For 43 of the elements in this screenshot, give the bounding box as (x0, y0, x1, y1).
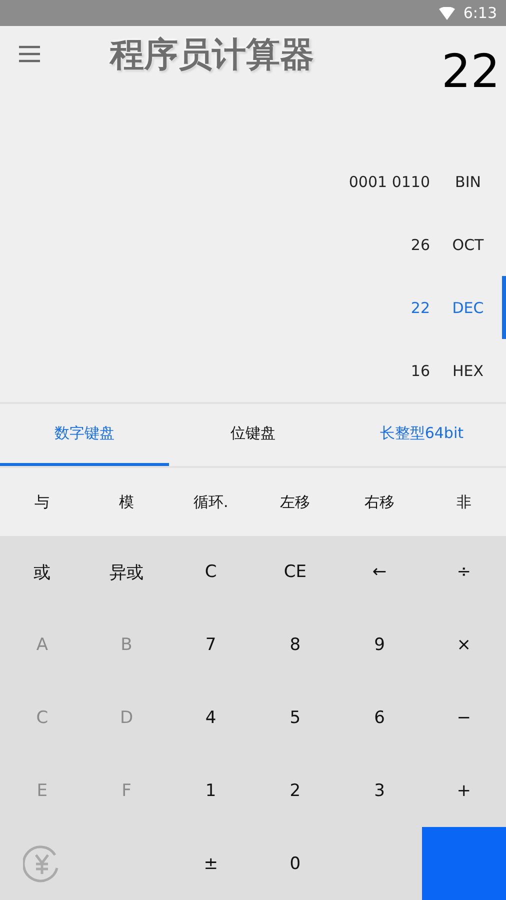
calculator-key[interactable]: 2 (253, 754, 338, 828)
calculator-key[interactable]: ÷ (422, 536, 506, 609)
base-value: 0001 0110 (348, 172, 430, 190)
calculator-key[interactable]: 3 (337, 754, 422, 828)
calculator-key[interactable]: 8 (253, 608, 338, 682)
keyboard-tab[interactable]: 位键盘 (168, 404, 338, 466)
operator-key[interactable]: 左移 (253, 468, 338, 536)
calculator-key[interactable]: ± (168, 827, 253, 900)
status-time: 6:13 (463, 4, 497, 22)
menu-icon[interactable] (19, 45, 40, 63)
calculator-key[interactable]: 6 (337, 682, 422, 754)
calculator-key[interactable]: 0 (253, 827, 338, 900)
calculator-key[interactable]: 7 (168, 608, 253, 682)
base-label[interactable]: OCT (430, 236, 506, 254)
base-label[interactable]: DEC (430, 298, 506, 316)
calculator-key[interactable]: 9 (337, 608, 422, 682)
calculator-key[interactable]: 或 (0, 536, 84, 609)
calculator-key[interactable]: × (422, 608, 506, 682)
base-value: 16 (410, 362, 430, 380)
operator-key[interactable]: 循环. (168, 468, 253, 536)
app-title: 程序员计算器 (110, 34, 314, 77)
operator-key[interactable]: 与 (0, 468, 84, 536)
calculator-key[interactable]: − (422, 682, 506, 754)
operator-key[interactable]: 非 (422, 468, 506, 536)
calculator-key[interactable]: C (168, 536, 253, 609)
calculator-key[interactable]: + (422, 754, 506, 828)
result-display: 22 (441, 44, 500, 100)
calculator-key[interactable]: ← (337, 536, 422, 609)
base-value: 26 (410, 236, 430, 254)
base-label[interactable]: BIN (430, 172, 506, 190)
equals-key[interactable] (422, 827, 506, 900)
base-label[interactable]: HEX (430, 362, 506, 380)
operator-key[interactable]: 模 (84, 468, 169, 536)
calculator-key[interactable]: 1 (168, 754, 253, 828)
calculator-key[interactable]: 异或 (84, 536, 169, 609)
calculator-key[interactable]: 4 (168, 682, 253, 754)
mode-button[interactable]: 长整型64bit (337, 404, 506, 466)
calculator-key[interactable]: CE (253, 536, 338, 609)
calculator-key[interactable]: 5 (253, 682, 338, 754)
operator-key[interactable]: 右移 (337, 468, 422, 536)
selection-bar (502, 276, 506, 339)
base-value: 22 (410, 298, 430, 316)
wifi-icon (439, 6, 456, 20)
